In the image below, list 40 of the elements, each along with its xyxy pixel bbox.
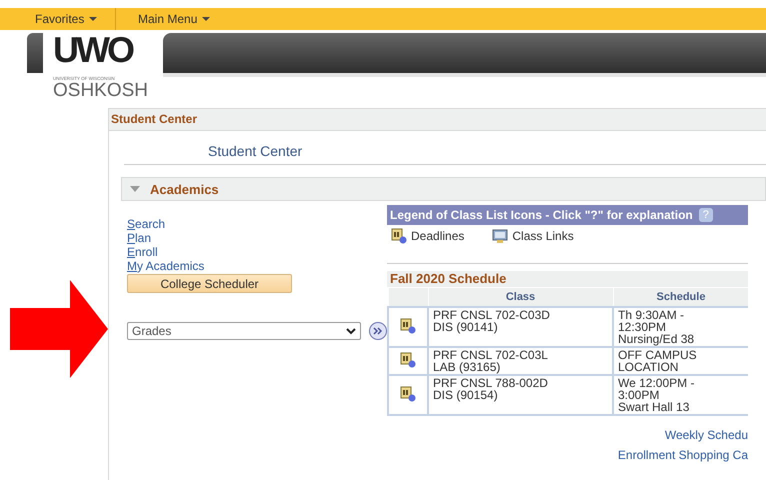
- link[interactable]: Weekly Schedu: [664, 428, 748, 442]
- calendar-info-icon: [400, 386, 416, 402]
- panel-title: Student Center: [109, 108, 766, 131]
- page-heading: Student Center: [124, 143, 766, 165]
- legend-title: Legend of Class List Icons - Click "?" for explanation: [390, 208, 693, 222]
- double-chevron-icon: [373, 326, 384, 336]
- table-cell: Th 9:30AM - 12:30PM Nursing/Ed 38: [613, 307, 748, 347]
- table-cell: PRF CNSL 788-002D DIS (90154): [428, 375, 613, 415]
- menu-item[interactable]: Main Menu: [116, 8, 220, 30]
- calendar-info-icon: [391, 228, 407, 244]
- schedule-title: Fall 2020 Schedule: [387, 271, 748, 287]
- deadlines-link[interactable]: [400, 352, 416, 370]
- header-bar: [27, 33, 43, 73]
- calendar-info-icon: [400, 318, 416, 334]
- go-button[interactable]: [369, 322, 387, 340]
- chevron-down-icon: [346, 328, 356, 334]
- deadlines-link[interactable]: [400, 386, 416, 404]
- logo-name: OSHKOSH: [53, 81, 148, 101]
- dropdown[interactable]: Grades: [127, 322, 362, 340]
- calendar-info-icon: [400, 352, 416, 368]
- logo-mark: UWO: [53, 33, 132, 67]
- nav-link[interactable]: Search: [127, 217, 166, 231]
- caret-icon: [202, 17, 210, 21]
- table-cell: PRF CNSL 702-C03L LAB (93165): [428, 347, 613, 375]
- link[interactable]: Enrollment Shopping Ca: [618, 448, 748, 462]
- table-cell: PRF CNSL 702-C03D DIS (90141): [428, 307, 613, 347]
- column-header: Schedule: [613, 288, 748, 307]
- nav-link[interactable]: Plan: [127, 231, 152, 245]
- legend-label: Class Links: [512, 229, 574, 243]
- screen-icon: [492, 228, 508, 244]
- legend-label: Deadlines: [411, 229, 464, 243]
- section-header[interactable]: Academics: [121, 177, 766, 201]
- menu-item[interactable]: Favorites: [0, 8, 116, 30]
- collapse-icon: [130, 186, 140, 192]
- nav-link[interactable]: My Academics: [127, 259, 204, 273]
- caret-icon: [89, 17, 98, 21]
- deadlines-link[interactable]: [400, 318, 416, 336]
- college-scheduler-button[interactable]: College Scheduler: [127, 274, 292, 293]
- nav-link[interactable]: Enroll: [127, 245, 158, 259]
- column-header: Class: [428, 288, 613, 307]
